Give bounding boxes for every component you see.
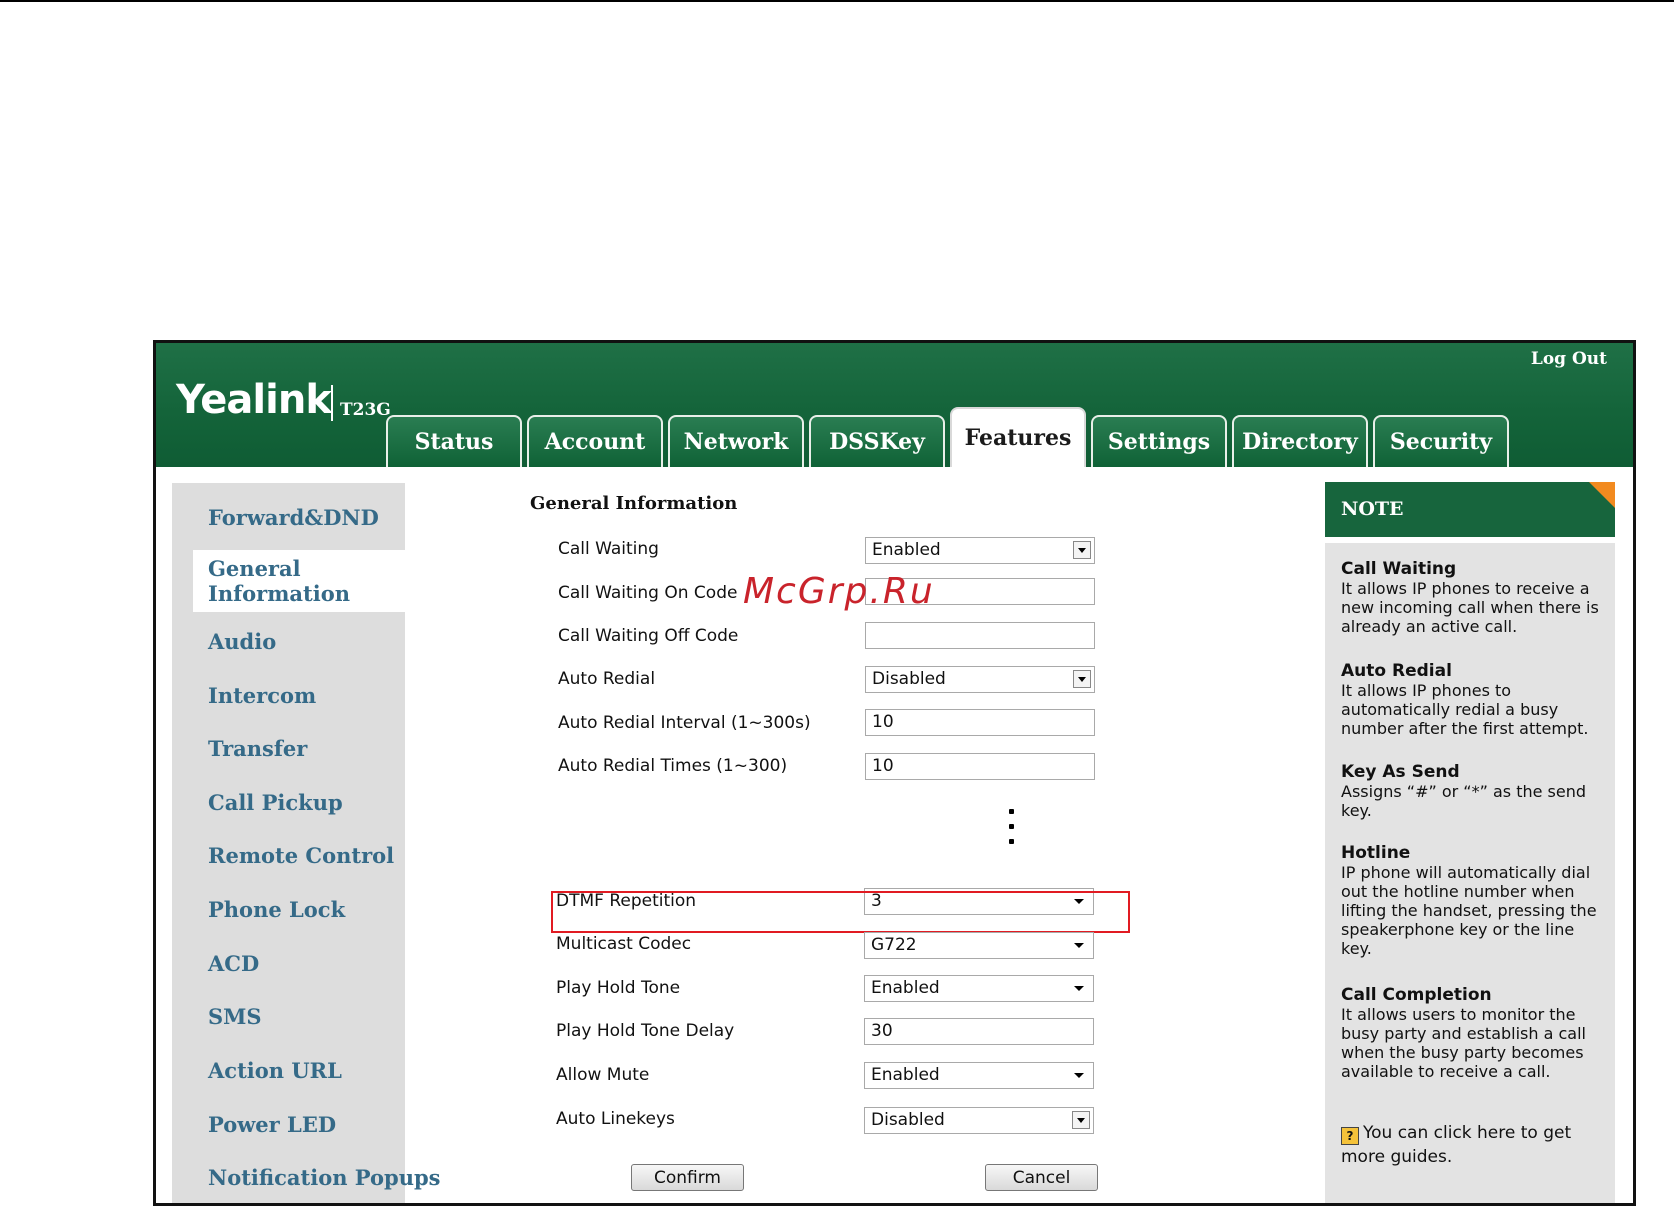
field-label: Auto Linekeys	[556, 1109, 675, 1129]
play-hold-tone-select[interactable]: Enabled	[864, 975, 1094, 1002]
field-label: Call Waiting Off Code	[558, 626, 739, 646]
note-section: Hotline IP phone will automatically dial…	[1341, 843, 1603, 958]
dropdown-arrow-icon	[1073, 541, 1091, 559]
guide-text: You can click here to get more guides.	[1341, 1123, 1572, 1167]
header-bar: Yealink T23G Log Out Status Account Netw…	[156, 343, 1633, 467]
tab-features[interactable]: Features	[950, 407, 1086, 467]
tab-account[interactable]: Account	[527, 415, 663, 467]
note-section: Call Waiting It allows IP phones to rece…	[1341, 559, 1603, 636]
dropdown-arrow-icon	[1072, 1111, 1090, 1129]
auto-redial-times-input[interactable]: 10	[865, 753, 1095, 780]
note-section-text: It allows users to monitor the busy part…	[1341, 1005, 1586, 1081]
auto-redial-select[interactable]: Disabled	[865, 666, 1095, 693]
sidebar-item-phone-lock[interactable]: Phone Lock	[172, 897, 405, 922]
tab-settings[interactable]: Settings	[1091, 415, 1227, 467]
sidebar-item-power-led[interactable]: Power LED	[172, 1112, 405, 1137]
select-value: G722	[871, 935, 917, 955]
logout-link[interactable]: Log Out	[1531, 349, 1607, 369]
field-label: Auto Redial Interval (1~300s)	[558, 713, 811, 733]
sidebar-item-intercom[interactable]: Intercom	[172, 683, 405, 708]
sidebar-item-forward-dnd[interactable]: Forward&DND	[172, 505, 405, 530]
tab-security[interactable]: Security	[1373, 415, 1509, 467]
sidebar-item-action-url[interactable]: Action URL	[172, 1058, 405, 1083]
sidebar-item-audio[interactable]: Audio	[172, 629, 405, 654]
ellipsis-vertical-icon	[1009, 809, 1015, 854]
note-section-text: Assigns “#” or “*” as the send key.	[1341, 782, 1587, 820]
cancel-button[interactable]: Cancel	[985, 1164, 1098, 1191]
field-label: Call Waiting On Code	[558, 583, 738, 603]
field-label: Auto Redial	[558, 669, 656, 689]
note-section-title: Key As Send	[1341, 762, 1460, 782]
sidebar-item-transfer[interactable]: Transfer	[172, 736, 405, 761]
field-label: Play Hold Tone	[556, 978, 681, 998]
browser-frame: Yealink T23G Log Out Status Account Netw…	[153, 340, 1636, 1206]
yealink-logo: Yealink	[176, 377, 332, 423]
sidebar-item-call-pickup[interactable]: Call Pickup	[172, 790, 405, 815]
note-section-title: Call Waiting	[1341, 559, 1457, 579]
sidebar-item-sms[interactable]: SMS	[172, 1004, 405, 1029]
allow-mute-select[interactable]: Enabled	[864, 1062, 1094, 1089]
model-label: T23G	[340, 400, 391, 420]
select-value: Disabled	[871, 1110, 945, 1130]
dropdown-arrow-icon	[1074, 986, 1084, 991]
auto-redial-interval-input[interactable]: 10	[865, 709, 1095, 736]
select-value: Enabled	[871, 978, 940, 998]
sidebar-item-general-information[interactable]: General Information	[193, 550, 415, 612]
corner-fold-icon	[1589, 482, 1615, 508]
guide-link[interactable]: ? You can click here to get more guides.	[1341, 1121, 1603, 1169]
call-waiting-off-code-input[interactable]	[865, 622, 1095, 649]
tab-network[interactable]: Network	[668, 415, 804, 467]
note-section-title: Auto Redial	[1341, 661, 1452, 681]
note-section-text: It allows IP phones to receive a new inc…	[1341, 579, 1599, 636]
play-hold-tone-delay-input[interactable]: 30	[864, 1018, 1094, 1045]
note-section: Auto Redial It allows IP phones to autom…	[1341, 661, 1603, 738]
tab-status[interactable]: Status	[386, 415, 522, 467]
tab-dsskey[interactable]: DSSKey	[809, 415, 945, 467]
select-value: Enabled	[872, 540, 941, 560]
note-section: Call Completion It allows users to monit…	[1341, 985, 1603, 1081]
call-waiting-select[interactable]: Enabled	[865, 537, 1095, 564]
note-title: NOTE	[1341, 498, 1404, 520]
dropdown-arrow-icon	[1073, 670, 1091, 688]
top-rule	[0, 0, 1674, 2]
field-label: Auto Redial Times (1~300)	[558, 756, 788, 776]
note-section-title: Hotline	[1341, 843, 1411, 863]
field-label: Allow Mute	[556, 1065, 650, 1085]
sidebar-item-acd[interactable]: ACD	[172, 951, 405, 976]
dropdown-arrow-icon	[1074, 1073, 1084, 1078]
content-area: Forward&DND General Information Audio In…	[156, 467, 1633, 1203]
note-section-title: Call Completion	[1341, 985, 1492, 1005]
confirm-button[interactable]: Confirm	[631, 1164, 744, 1191]
note-section-text: It allows IP phones to automatically red…	[1341, 681, 1589, 738]
sidebar-item-notification-popups[interactable]: Notification Popups	[172, 1165, 441, 1190]
note-section-text: IP phone will automatically dial out the…	[1341, 863, 1597, 958]
sidebar: Forward&DND General Information Audio In…	[172, 483, 441, 1203]
note-section: Key As Send Assigns “#” or “*” as the se…	[1341, 762, 1603, 820]
select-value: Disabled	[872, 669, 946, 689]
dropdown-arrow-icon	[1074, 943, 1084, 948]
sidebar-item-remote-control[interactable]: Remote Control	[172, 843, 405, 868]
field-label: Multicast Codec	[556, 934, 692, 954]
multicast-codec-select[interactable]: G722	[864, 932, 1094, 959]
multicast-codec-highlight	[551, 891, 1130, 933]
auto-linekeys-select[interactable]: Disabled	[864, 1107, 1094, 1134]
field-label: Play Hold Tone Delay	[556, 1021, 735, 1041]
help-icon: ?	[1341, 1127, 1359, 1145]
section-title: General Information	[530, 493, 738, 514]
logo-separator	[331, 385, 333, 421]
note-header: NOTE	[1325, 482, 1615, 537]
watermark: McGrp.Ru	[743, 571, 935, 612]
note-panel: Call Waiting It allows IP phones to rece…	[1325, 543, 1615, 1203]
select-value: Enabled	[871, 1065, 940, 1085]
field-label: Call Waiting	[558, 539, 659, 559]
tab-directory[interactable]: Directory	[1232, 415, 1368, 467]
